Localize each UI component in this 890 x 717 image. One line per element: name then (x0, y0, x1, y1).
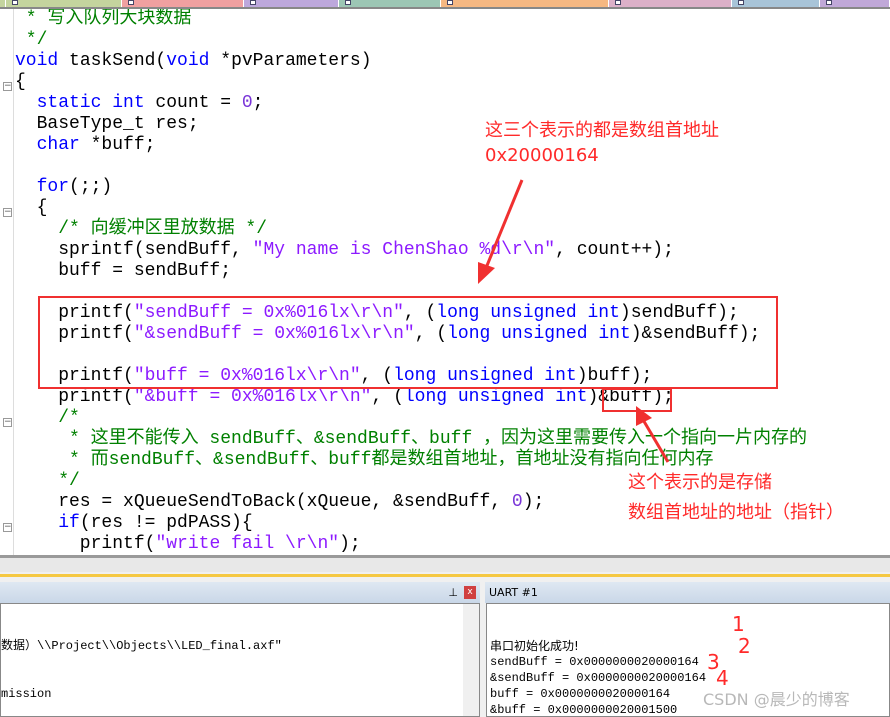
arrow-icon (478, 179, 524, 284)
close-icon[interactable]: x (464, 586, 476, 599)
panel-splitter[interactable] (0, 555, 890, 572)
divider (0, 574, 890, 577)
pin-icon[interactable]: ⊥ (448, 582, 458, 603)
build-output-header: ⊥ x (0, 582, 480, 603)
scrollbar[interactable] (463, 604, 479, 716)
build-output-panel[interactable]: 数据）\\Project\\Objects\\LED_final.axf"mis… (0, 603, 480, 717)
uart-line: sendBuff = 0x0000000020000164 (490, 655, 699, 669)
arrow-icon (636, 406, 670, 463)
uart-line: &sendBuff = 0x0000000020000164 (490, 671, 707, 685)
output-line: 数据）\\Project\\Objects\\LED_final.axf" (1, 639, 282, 653)
watermark: CSDN @晨少的博客 (703, 690, 850, 709)
uart-line: 串口初始化成功! (490, 639, 579, 653)
uart-line-number-mark: 2 (738, 634, 751, 658)
uart-header: UART #1 (485, 582, 890, 603)
output-line: mission (1, 687, 52, 701)
uart-line-number-mark: 1 (732, 612, 745, 636)
